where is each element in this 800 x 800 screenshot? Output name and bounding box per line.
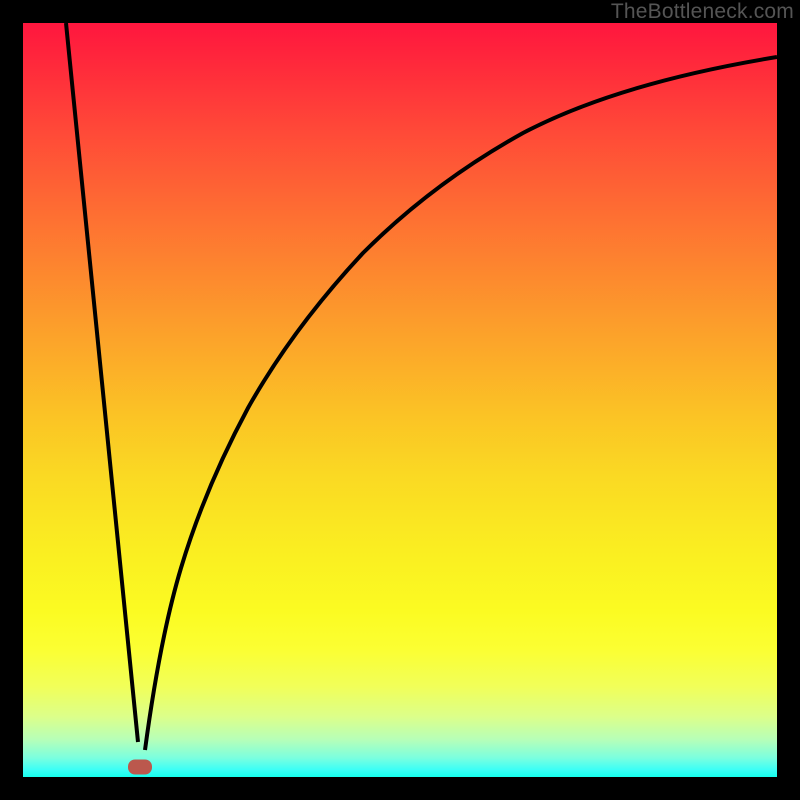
- curve-right-branch: [145, 57, 777, 750]
- curve-left-branch: [66, 23, 138, 742]
- curve-layer: [23, 23, 777, 777]
- plot-area: [23, 23, 777, 777]
- optimum-marker: [128, 760, 152, 775]
- watermark-text: TheBottleneck.com: [611, 0, 794, 24]
